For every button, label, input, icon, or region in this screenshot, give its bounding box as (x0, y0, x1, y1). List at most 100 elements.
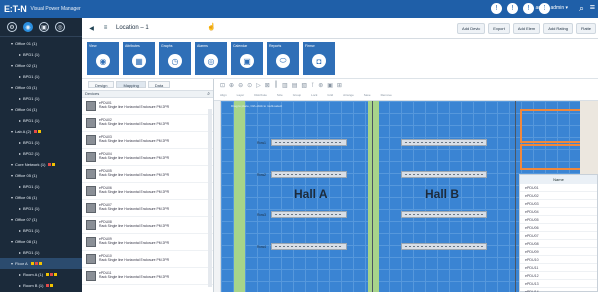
tool-icon[interactable]: ⊠ (265, 82, 270, 89)
rack-row[interactable] (401, 139, 487, 146)
expand-arrow-icon[interactable]: ▸ (19, 184, 21, 189)
eye-icon[interactable]: ◎ (55, 22, 65, 32)
expand-arrow-icon[interactable]: ▾ (11, 195, 13, 200)
tab-data[interactable]: Data (147, 81, 171, 88)
expand-arrow-icon[interactable]: ▾ (11, 261, 13, 266)
property-row[interactable]: ePDU12 (520, 272, 597, 280)
search-icon[interactable]: ⌕ (579, 3, 584, 14)
tree-item[interactable]: ▸ BPD1 (1) (0, 181, 82, 192)
list-item[interactable]: ePDU10 Rack Single line Horizontal Enclos… (82, 251, 213, 268)
property-row[interactable]: ePDU04 (520, 208, 597, 216)
tool-icon[interactable]: ⊛ (318, 82, 323, 89)
list-item[interactable]: ePDU02 Rack Single line Horizontal Enclos… (82, 115, 213, 132)
tree-item[interactable]: ▸ BPD1 (1) (0, 115, 82, 126)
list-item[interactable]: ePDU11 Rack Single line Horizontal Enclos… (82, 268, 213, 285)
menu-icon[interactable]: ≡ (590, 2, 595, 12)
expand-arrow-icon[interactable]: ▸ (19, 206, 21, 211)
alert-icon[interactable]: ! (523, 3, 534, 14)
property-row[interactable]: ePDU14 (520, 288, 597, 292)
device-icon[interactable]: ▣ (39, 22, 49, 32)
menu-icon[interactable]: ≡ (101, 24, 110, 33)
list-item[interactable]: ePDU03 Rack Single line Horizontal Enclos… (82, 132, 213, 149)
expand-arrow-icon[interactable]: ▸ (19, 140, 21, 145)
property-row[interactable]: ePDU05 (520, 216, 597, 224)
scrollbar[interactable] (208, 109, 212, 287)
expand-arrow-icon[interactable]: ▾ (11, 85, 13, 90)
list-item[interactable]: ePDU05 Rack Single line Horizontal Enclos… (82, 166, 213, 183)
tree-item[interactable]: ▾ Floor A (0, 258, 82, 269)
tree-item[interactable]: ▾ Office 08 (1) (0, 236, 82, 247)
tool-icon[interactable]: ⊞ (337, 82, 342, 89)
tree-item[interactable]: ▸ BPD1 (1) (0, 93, 82, 104)
tool-icon[interactable]: ▷ (256, 82, 261, 89)
expand-arrow-icon[interactable]: ▸ (19, 96, 21, 101)
tree-item[interactable]: ▾ Core Network (1) (0, 159, 82, 170)
expand-arrow-icon[interactable]: ▾ (11, 63, 13, 68)
expand-arrow-icon[interactable]: ▾ (11, 239, 13, 244)
tree-item[interactable]: ▸ BPD1 (1) (0, 137, 82, 148)
property-row[interactable]: ePDU09 (520, 248, 597, 256)
expand-arrow-icon[interactable]: ▾ (11, 129, 13, 134)
expand-arrow-icon[interactable]: ▸ (19, 151, 21, 156)
property-row[interactable]: ePDU06 (520, 224, 597, 232)
settings-icon[interactable]: ⚙ (7, 22, 17, 32)
property-row[interactable]: ePDU10 (520, 256, 597, 264)
alert-icon[interactable]: ! (507, 3, 518, 14)
tree-item[interactable]: ▾ Office 04 (1) (0, 104, 82, 115)
tool-icon[interactable]: ▣ (327, 82, 333, 89)
property-row[interactable]: ePDU01 (520, 184, 597, 192)
property-row[interactable]: ePDU02 (520, 192, 597, 200)
tool-icon[interactable]: ⊙ (247, 82, 252, 89)
expand-arrow-icon[interactable]: ▸ (19, 250, 21, 255)
tree-item[interactable]: ▾ Office 02 (1) (0, 60, 82, 71)
property-row[interactable]: ePDU08 (520, 240, 597, 248)
rack-row[interactable] (401, 243, 487, 250)
property-row[interactable]: ePDU13 (520, 280, 597, 288)
list-item[interactable]: ePDU07 Rack Single line Horizontal Enclos… (82, 200, 213, 217)
rack-row[interactable] (401, 171, 487, 178)
property-row[interactable]: ePDU07 (520, 232, 597, 240)
expand-arrow-icon[interactable]: ▸ (19, 118, 21, 123)
rack-row[interactable] (271, 211, 347, 218)
action-button[interactable]: Export (488, 23, 510, 34)
tool-icon[interactable]: ⊕ (229, 82, 234, 89)
list-item[interactable]: ePDU04 Rack Single line Horizontal Enclos… (82, 149, 213, 166)
tree-item[interactable]: ▾ Office 07 (1) (0, 214, 82, 225)
expand-arrow-icon[interactable]: ▾ (11, 107, 13, 112)
action-button[interactable]: Flatte (575, 23, 596, 34)
tile-calendar[interactable]: Calendar ▣ (231, 42, 263, 75)
tool-icon[interactable]: ⊺ (311, 82, 314, 89)
tile-view[interactable]: View ◉ (87, 42, 119, 75)
tile-reports[interactable]: Reports ⬭ (267, 42, 299, 75)
tool-icon[interactable]: ▤ (292, 82, 298, 89)
tile-firmw[interactable]: Firmw ◘ (303, 42, 335, 75)
tree-item[interactable]: ▾ Office 03 (1) (0, 82, 82, 93)
expand-arrow-icon[interactable]: ▸ (19, 272, 21, 277)
expand-arrow-icon[interactable]: ▾ (11, 162, 13, 167)
back-icon[interactable]: ◀ (87, 24, 96, 33)
expand-arrow-icon[interactable]: ▾ (11, 173, 13, 178)
expand-arrow-icon[interactable]: ▸ (19, 283, 21, 288)
tool-icon[interactable]: ⊡ (220, 82, 225, 89)
tool-icon[interactable]: ▧ (301, 82, 307, 89)
tool-icon[interactable]: ▥ (282, 82, 288, 89)
rack-row[interactable] (271, 171, 347, 178)
alert-icon[interactable]: ! (491, 3, 502, 14)
tile-graphs[interactable]: Graphs ◷ (159, 42, 191, 75)
expand-arrow-icon[interactable]: ▾ (11, 41, 13, 46)
tree-item[interactable]: ▸ BPD1 (1) (0, 247, 82, 258)
tree-item[interactable]: ▸ Room B (1) (0, 280, 82, 291)
action-button[interactable]: Add Elem (512, 23, 541, 34)
rack-row[interactable] (401, 211, 487, 218)
tool-icon[interactable]: ⊖ (238, 82, 243, 89)
tree-item[interactable]: ▾ Office 05 (1) (0, 170, 82, 181)
property-row[interactable]: ePDU11 (520, 264, 597, 272)
tree-item[interactable]: ▸ BPD2 (1) (0, 148, 82, 159)
expand-arrow-icon[interactable]: ▸ (19, 74, 21, 79)
tool-icon[interactable]: ║ (274, 82, 278, 89)
search-icon[interactable]: ⌕ (207, 91, 210, 97)
expand-arrow-icon[interactable]: ▸ (19, 52, 21, 57)
user-menu[interactable]: admin admin ▾ (535, 5, 568, 11)
tree-item[interactable]: ▸ BPD1 (1) (0, 225, 82, 236)
rack-row[interactable] (271, 139, 347, 146)
